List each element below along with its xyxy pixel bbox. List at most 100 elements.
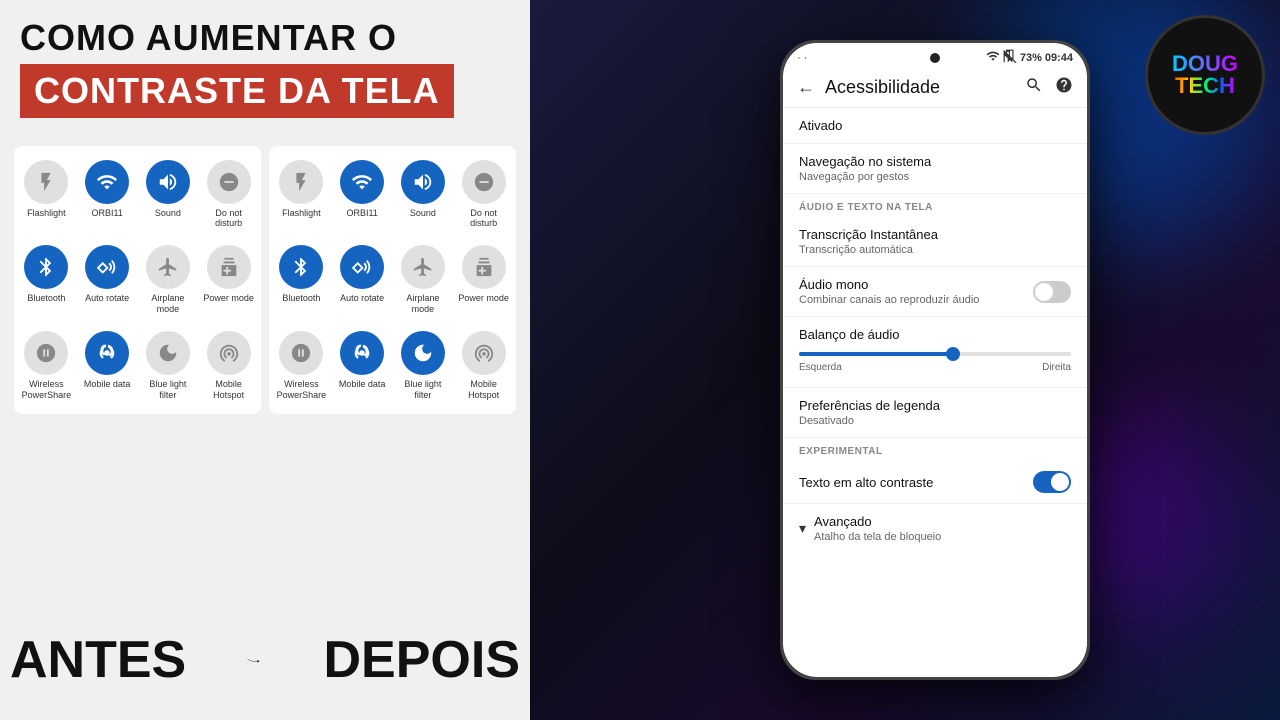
tile-flashlight-before[interactable]: Flashlight: [18, 154, 75, 236]
audiomono-sub: Combinar canais ao reproduzir áudio: [799, 294, 979, 306]
autorotate-after-label: Auto rotate: [340, 293, 384, 304]
tile-powermode-after[interactable]: Power mode: [455, 239, 512, 321]
audiomono-toggle[interactable]: [1033, 281, 1071, 303]
after-label: DEPOIS: [324, 630, 521, 690]
balanco-slider-track[interactable]: [799, 352, 1071, 356]
header-title: Acessibilidade: [825, 77, 1015, 98]
tile-bluetooth-after[interactable]: Bluetooth: [273, 239, 330, 321]
settings-content: Ativado Navegação no sistema Navegação p…: [783, 108, 1087, 662]
tile-wirelesspowershare-after[interactable]: Wireless PowerShare: [273, 325, 330, 407]
title-area: COMO AUMENTAR O CONTRASTE DA TELA: [0, 0, 530, 126]
tile-mobilehotspot-after[interactable]: Mobile Hotspot: [455, 325, 512, 407]
camera-dot: [930, 53, 940, 63]
setting-ativado[interactable]: Ativado: [783, 108, 1087, 144]
textocontraste-toggle[interactable]: [1033, 471, 1071, 493]
dougtech-logo: DOUG TECH: [1145, 15, 1265, 135]
chevron-down-icon: ▾: [799, 520, 806, 537]
orbi11-before-icon: [85, 160, 129, 204]
autorotate-before-icon: [85, 245, 129, 289]
tile-orbi11-after[interactable]: ORBI11: [334, 154, 391, 236]
sound-after-label: Sound: [410, 208, 436, 219]
tile-airplanemode-before[interactable]: Airplane mode: [140, 239, 197, 321]
back-button[interactable]: ←: [797, 77, 815, 98]
flashlight-before-icon: [24, 160, 68, 204]
autorotate-after-icon: [340, 245, 384, 289]
orbi11-after-label: ORBI11: [346, 208, 377, 219]
status-right: 73% 09:44: [986, 49, 1073, 66]
tiles-container: Flashlight ORBI11 Sound: [0, 136, 530, 415]
wirelesspowershare-after-icon: [279, 331, 323, 375]
tile-bluetooth-before[interactable]: Bluetooth: [18, 239, 75, 321]
help-icon[interactable]: [1055, 76, 1073, 99]
wirelesspowershare-before-icon: [24, 331, 68, 375]
powermode-after-icon: [462, 245, 506, 289]
bluelightfilter-before-icon: [146, 331, 190, 375]
search-icon[interactable]: [1025, 76, 1043, 99]
tile-sound-before[interactable]: Sound: [140, 154, 197, 236]
tile-orbi11-before[interactable]: ORBI11: [79, 154, 136, 236]
mobiledata-before-label: Mobile data: [84, 379, 131, 390]
balanco-slider-thumb[interactable]: [946, 347, 960, 361]
audiomono-row: Áudio mono Combinar canais ao reproduzir…: [799, 277, 1071, 306]
tile-mobiledata-after[interactable]: Mobile data: [334, 325, 391, 407]
wifi-icon: [986, 49, 1000, 66]
donotdisturb-before-label: Do not disturb: [202, 208, 255, 230]
section-audio: ÁUDIO E TEXTO NA TELA: [783, 194, 1087, 217]
powermode-after-label: Power mode: [458, 293, 509, 304]
powermode-before-icon: [207, 245, 251, 289]
balanco-slider-container: Esquerda Direita: [799, 342, 1071, 377]
avancado-sub: Atalho da tela de bloqueio: [814, 531, 941, 543]
wirelesspowershare-before-label: Wireless PowerShare: [20, 379, 73, 401]
mobilehotspot-before-label: Mobile Hotspot: [202, 379, 255, 401]
bluelightfilter-after-label: Blue light filter: [397, 379, 450, 401]
tile-airplanemode-after[interactable]: Airplane mode: [395, 239, 452, 321]
setting-avancado[interactable]: ▾ Avançado Atalho da tela de bloqueio: [783, 504, 1087, 553]
bluetooth-before-icon: [24, 245, 68, 289]
title-line2: CONTRASTE DA TELA: [20, 64, 454, 118]
audiomono-title: Áudio mono: [799, 277, 979, 292]
phone-screen: · · 73% 09:44 ← Acessibilidade: [783, 43, 1087, 677]
tile-powermode-before[interactable]: Power mode: [200, 239, 257, 321]
balanco-right-label: Direita: [1042, 362, 1071, 373]
tile-sound-after[interactable]: Sound: [395, 154, 452, 236]
tile-autorotate-after[interactable]: Auto rotate: [334, 239, 391, 321]
after-tiles-section: Flashlight ORBI11 Sound: [269, 146, 516, 415]
orbi11-after-icon: [340, 160, 384, 204]
tile-donotdisturb-before[interactable]: Do not disturb: [200, 154, 257, 236]
transcricao-title: Transcrição Instantânea: [799, 227, 1071, 242]
bluelightfilter-after-icon: [401, 331, 445, 375]
textocontraste-title: Texto em alto contraste: [799, 475, 933, 490]
avancado-title: Avançado: [814, 514, 941, 529]
tile-donotdisturb-after[interactable]: Do not disturb: [455, 154, 512, 236]
tile-flashlight-after[interactable]: Flashlight: [273, 154, 330, 236]
flashlight-after-icon: [279, 160, 323, 204]
setting-navegacao[interactable]: Navegação no sistema Navegação por gesto…: [783, 144, 1087, 194]
setting-textocontraste[interactable]: Texto em alto contraste: [783, 461, 1087, 504]
preferencias-sub: Desativado: [799, 415, 1071, 427]
tile-bluelightfilter-before[interactable]: Blue light filter: [140, 325, 197, 407]
bluetooth-after-label: Bluetooth: [282, 293, 320, 304]
tile-mobilehotspot-before[interactable]: Mobile Hotspot: [200, 325, 257, 407]
setting-transcricao[interactable]: Transcrição Instantânea Transcrição auto…: [783, 217, 1087, 267]
transcricao-sub: Transcrição automática: [799, 244, 1071, 256]
wirelesspowershare-after-label: Wireless PowerShare: [275, 379, 328, 401]
powermode-before-label: Power mode: [203, 293, 254, 304]
mobiledata-before-icon: [85, 331, 129, 375]
airplanemode-after-label: Airplane mode: [397, 293, 450, 315]
bluetooth-before-label: Bluetooth: [27, 293, 65, 304]
left-panel: COMO AUMENTAR O CONTRASTE DA TELA Flashl…: [0, 0, 530, 720]
airplanemode-before-label: Airplane mode: [142, 293, 195, 315]
setting-preferencias[interactable]: Preferências de legenda Desativado: [783, 388, 1087, 438]
dougtech-tech-text: TECH: [1175, 75, 1235, 97]
tile-mobiledata-before[interactable]: Mobile data: [79, 325, 136, 407]
tile-wirelesspowershare-before[interactable]: Wireless PowerShare: [18, 325, 75, 407]
donotdisturb-before-icon: [207, 160, 251, 204]
setting-audiomono[interactable]: Áudio mono Combinar canais ao reproduzir…: [783, 267, 1087, 317]
status-left: · ·: [797, 52, 807, 64]
tile-autorotate-before[interactable]: Auto rotate: [79, 239, 136, 321]
mobilehotspot-before-icon: [207, 331, 251, 375]
tile-bluelightfilter-after[interactable]: Blue light filter: [395, 325, 452, 407]
orbi11-before-label: ORBI11: [91, 208, 122, 219]
app-header: ← Acessibilidade: [783, 68, 1087, 108]
arrow-icon: [246, 640, 263, 680]
